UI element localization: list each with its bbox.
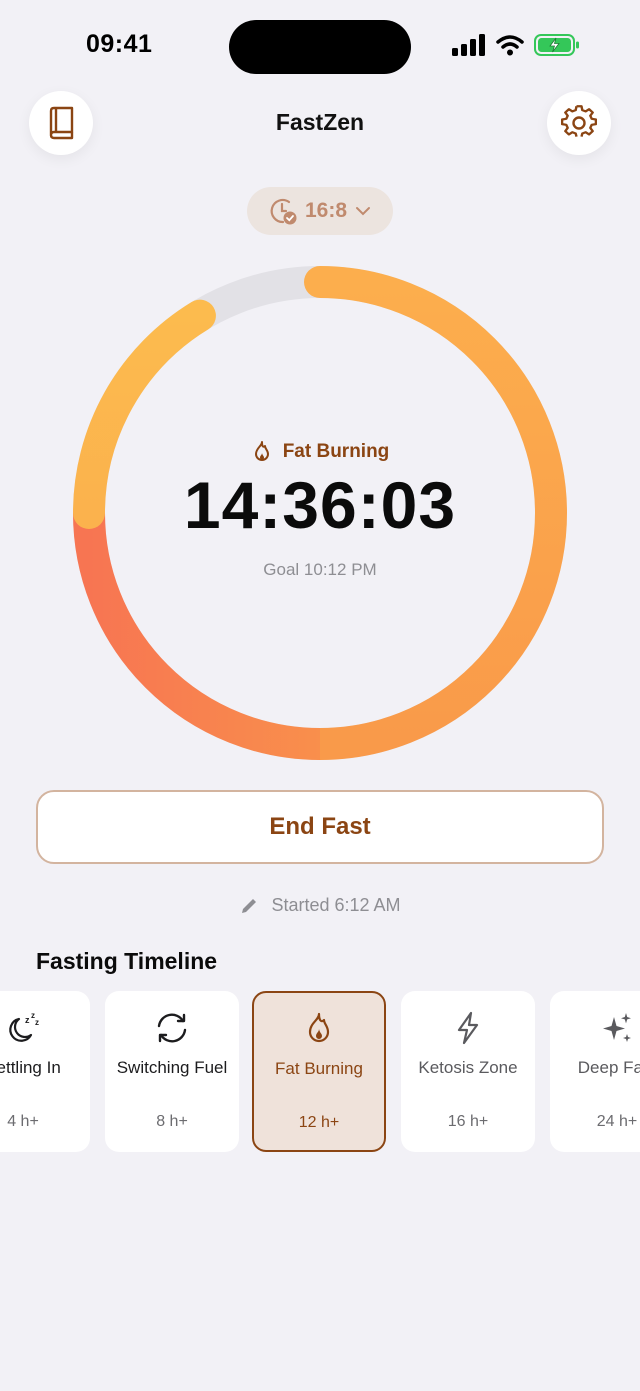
dynamic-island <box>229 20 411 74</box>
started-time: Started 6:12 AM <box>271 895 401 915</box>
chevron-down-icon <box>356 207 371 216</box>
flame-icon <box>254 441 269 461</box>
card-hours: 16 h+ <box>447 1113 489 1130</box>
fasting-plan-selector[interactable]: 16:8 <box>247 187 393 235</box>
gear-icon <box>561 105 597 137</box>
timeline-card-fat-burning[interactable]: Fat Burning 12 h+ <box>252 991 386 1152</box>
elapsed-timer: 14:36:03 <box>183 468 457 542</box>
clock-check-icon <box>270 198 297 225</box>
svg-text:z: z <box>25 1015 30 1025</box>
sparkles-icon <box>603 1013 631 1042</box>
current-stage: Fat Burning <box>251 440 390 464</box>
bolt-icon <box>457 1011 479 1045</box>
end-fast-label: End Fast <box>269 813 371 840</box>
card-hours: 24 h+ <box>596 1113 638 1130</box>
card-name: Settling In <box>0 1058 61 1077</box>
app-title: FastZen <box>275 109 365 135</box>
timer-display: Fat Burning 14:36:03 Goal 10:12 PM <box>73 266 567 760</box>
card-name: Switching Fuel <box>116 1058 228 1077</box>
wifi-icon <box>496 35 524 56</box>
flame-icon <box>308 1012 330 1043</box>
card-hours: 4 h+ <box>7 1113 39 1130</box>
goal-time: Goal 10:12 PM <box>263 560 377 579</box>
settings-button[interactable] <box>547 91 611 155</box>
screen: 09:41 FastZen 16:8 Fat Burning 14:36:03 … <box>0 0 640 1391</box>
card-name: Ketosis Zone <box>418 1058 518 1077</box>
status-icons <box>452 34 580 56</box>
card-name: Deep Fast <box>577 1058 640 1077</box>
end-fast-button[interactable]: End Fast <box>36 790 604 864</box>
timeline-card-ketosis-zone[interactable]: Ketosis Zone 16 h+ <box>401 991 535 1152</box>
timeline-card-settling-in[interactable]: z z z Settling In 4 h+ <box>0 991 90 1152</box>
card-hours: 8 h+ <box>156 1113 188 1130</box>
battery-charging-icon <box>534 34 579 56</box>
timeline-card-switching-fuel[interactable]: Switching Fuel 8 h+ <box>105 991 239 1152</box>
timeline-card-deep-fast[interactable]: Deep Fast 24 h+ <box>550 991 640 1152</box>
pencil-icon <box>242 898 257 913</box>
cellular-signal-icon <box>452 34 485 56</box>
timeline-title: Fasting Timeline <box>36 948 218 974</box>
plan-label: 16:8 <box>304 199 348 222</box>
stage-label: Fat Burning <box>282 441 390 462</box>
edit-start-time[interactable]: Started 6:12 AM <box>0 895 640 916</box>
svg-text:z: z <box>35 1018 39 1027</box>
card-hours: 12 h+ <box>298 1114 340 1131</box>
moon-zzz-icon: z z z <box>9 1011 39 1042</box>
refresh-icon <box>157 1013 187 1043</box>
status-time: 09:41 <box>86 30 153 58</box>
card-name: Fat Burning <box>275 1059 363 1078</box>
